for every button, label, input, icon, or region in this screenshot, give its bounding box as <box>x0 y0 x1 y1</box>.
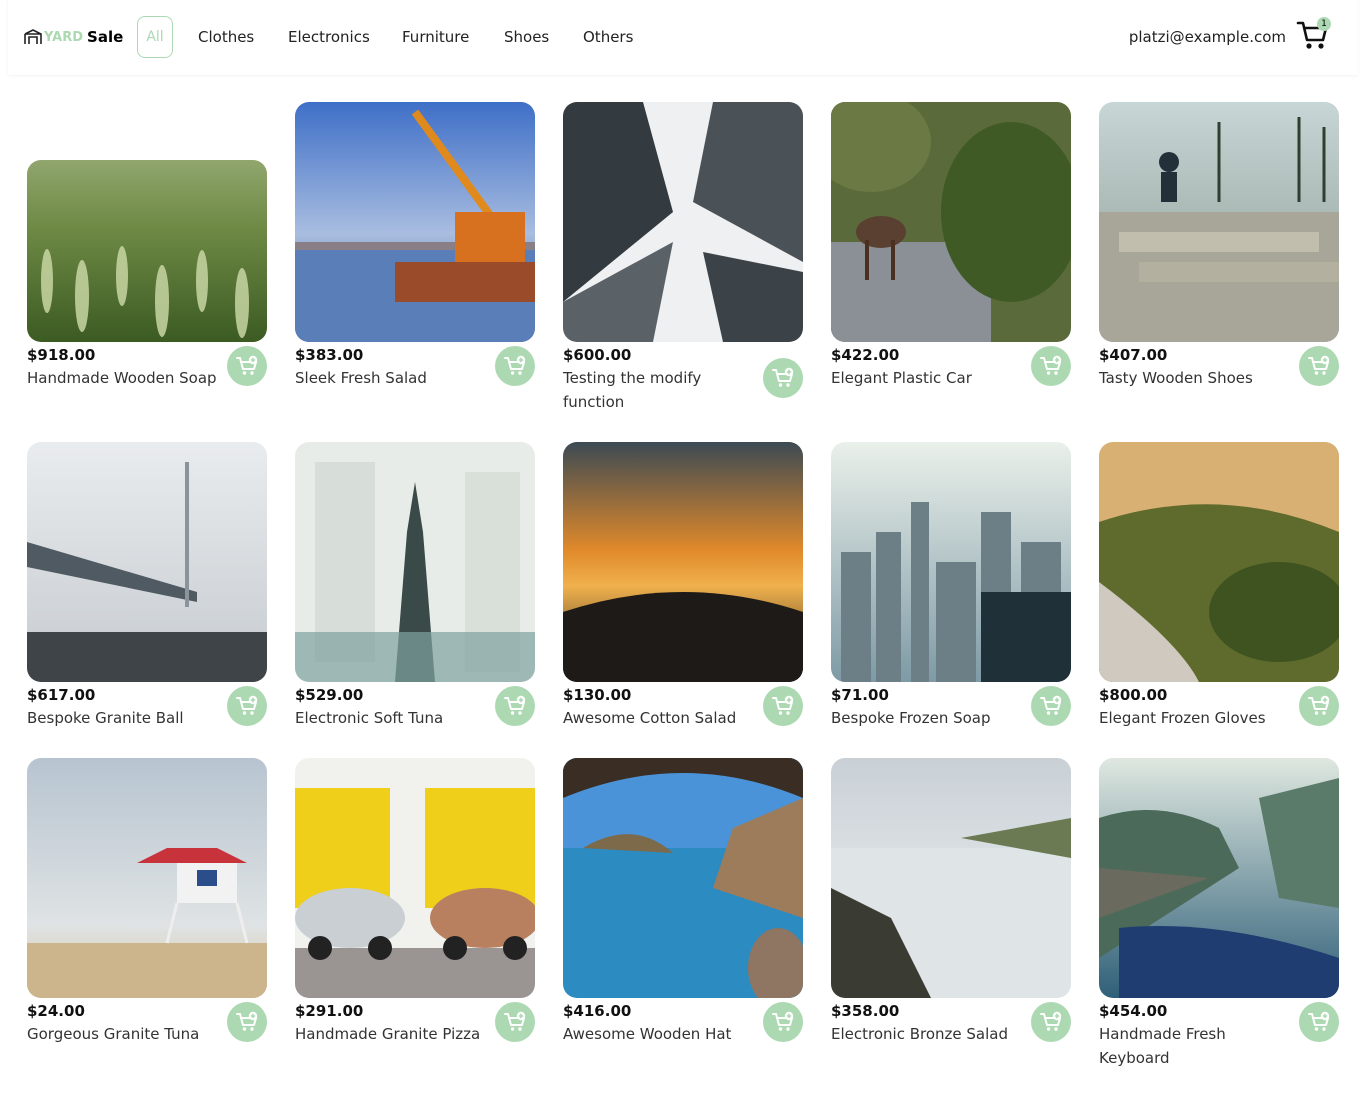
add-to-cart-button[interactable] <box>227 686 267 726</box>
product-image-lifeguard-tower[interactable] <box>27 758 267 998</box>
product-name: Handmade Granite Pizza <box>295 1025 481 1043</box>
product-name: Handmade Wooden Soap <box>27 369 217 387</box>
logo[interactable]: YARD Sale <box>24 26 123 48</box>
user-email[interactable]: platzi@example.com <box>1129 28 1286 46</box>
category-clothes[interactable]: Clothes <box>198 28 254 46</box>
category-all[interactable]: All <box>137 16 173 58</box>
add-to-cart-button[interactable] <box>763 358 803 398</box>
category-electronics[interactable]: Electronics <box>288 28 370 46</box>
product-image-forest-cliff[interactable] <box>1099 442 1339 682</box>
add-to-cart-icon <box>1040 695 1062 715</box>
product-image-moose-river[interactable] <box>831 102 1071 342</box>
product-name: Gorgeous Granite Tuna <box>27 1025 200 1043</box>
product-price: $130.00 <box>563 686 632 704</box>
navbar: YARD Sale All Clothes Electronics Furnit… <box>8 0 1358 75</box>
add-to-cart-icon <box>504 695 526 715</box>
product-image-foggy-bridge[interactable] <box>27 442 267 682</box>
product-price: $383.00 <box>295 346 364 364</box>
category-furniture[interactable]: Furniture <box>402 28 469 46</box>
add-to-cart-icon <box>1040 1011 1062 1031</box>
product-image-harbor-crane[interactable] <box>295 102 535 342</box>
add-to-cart-button[interactable] <box>1299 686 1339 726</box>
product-name: Tasty Wooden Shoes <box>1099 369 1253 387</box>
add-to-cart-icon <box>1308 695 1330 715</box>
product-image-skyscrapers-up[interactable] <box>563 102 803 342</box>
product-price: $416.00 <box>563 1002 632 1020</box>
product-price: $71.00 <box>831 686 889 704</box>
add-to-cart-icon <box>504 1011 526 1031</box>
add-to-cart-button[interactable] <box>763 686 803 726</box>
add-to-cart-button[interactable] <box>1299 346 1339 386</box>
product-price: $918.00 <box>27 346 96 364</box>
product-name: Awesome Cotton Salad <box>563 709 737 727</box>
product-price: $454.00 <box>1099 1002 1168 1020</box>
category-others[interactable]: Others <box>583 28 633 46</box>
store-icon <box>24 29 42 44</box>
product-price: $800.00 <box>1099 686 1168 704</box>
add-to-cart-icon <box>772 695 794 715</box>
product-name: Elegant Plastic Car <box>831 369 972 387</box>
product-name: Electronic Soft Tuna <box>295 709 444 727</box>
product-price: $407.00 <box>1099 346 1168 364</box>
add-to-cart-button[interactable] <box>1031 346 1071 386</box>
product-price: $617.00 <box>27 686 96 704</box>
add-to-cart-button[interactable] <box>763 1002 803 1042</box>
product-image-wheat-field[interactable] <box>27 160 267 342</box>
add-to-cart-button[interactable] <box>1299 1002 1339 1042</box>
product-price: $529.00 <box>295 686 364 704</box>
add-to-cart-button[interactable] <box>227 346 267 386</box>
product-name: Bespoke Frozen Soap <box>831 709 991 727</box>
product-name: Testing the modify function <box>563 369 702 411</box>
add-to-cart-icon <box>504 355 526 375</box>
product-name: Sleek Fresh Salad <box>295 369 427 387</box>
product-price: $358.00 <box>831 1002 900 1020</box>
add-to-cart-icon <box>772 1011 794 1031</box>
add-to-cart-button[interactable] <box>1031 686 1071 726</box>
add-to-cart-icon <box>236 1011 258 1031</box>
add-to-cart-icon <box>772 367 794 387</box>
add-to-cart-icon <box>1308 1011 1330 1031</box>
product-name: Handmade Fresh Keyboard <box>1099 1025 1226 1067</box>
add-to-cart-button[interactable] <box>227 1002 267 1042</box>
product-name: Awesome Wooden Hat <box>563 1025 732 1043</box>
category-shoes[interactable]: Shoes <box>504 28 549 46</box>
product-price: $291.00 <box>295 1002 364 1020</box>
product-name: Elegant Frozen Gloves <box>1099 709 1266 727</box>
product-image-waterfall[interactable] <box>831 758 1071 998</box>
add-to-cart-button[interactable] <box>495 1002 535 1042</box>
product-image-sunset-hill[interactable] <box>563 442 803 682</box>
add-to-cart-icon <box>236 355 258 375</box>
product-image-sea-cave[interactable] <box>563 758 803 998</box>
product-image-skatepark[interactable] <box>1099 102 1339 342</box>
add-to-cart-icon <box>1308 355 1330 375</box>
add-to-cart-button[interactable] <box>1031 1002 1071 1042</box>
product-price: $600.00 <box>563 346 632 364</box>
product-price: $422.00 <box>831 346 900 364</box>
product-image-city-skyline[interactable] <box>831 442 1071 682</box>
cart-count-badge: 1 <box>1317 17 1331 31</box>
logo-sale-text: Sale <box>87 28 124 46</box>
product-price: $24.00 <box>27 1002 85 1020</box>
add-to-cart-icon <box>236 695 258 715</box>
product-image-empire-state-blur[interactable] <box>295 442 535 682</box>
product-image-fjord-cliff[interactable] <box>1099 758 1339 998</box>
product-image-vintage-cars[interactable] <box>295 758 535 998</box>
product-name: Bespoke Granite Ball <box>27 709 184 727</box>
add-to-cart-button[interactable] <box>495 686 535 726</box>
logo-yard-text: YARD <box>44 29 84 45</box>
add-to-cart-button[interactable] <box>495 346 535 386</box>
product-name: Electronic Bronze Salad <box>831 1025 1008 1043</box>
add-to-cart-icon <box>1040 355 1062 375</box>
